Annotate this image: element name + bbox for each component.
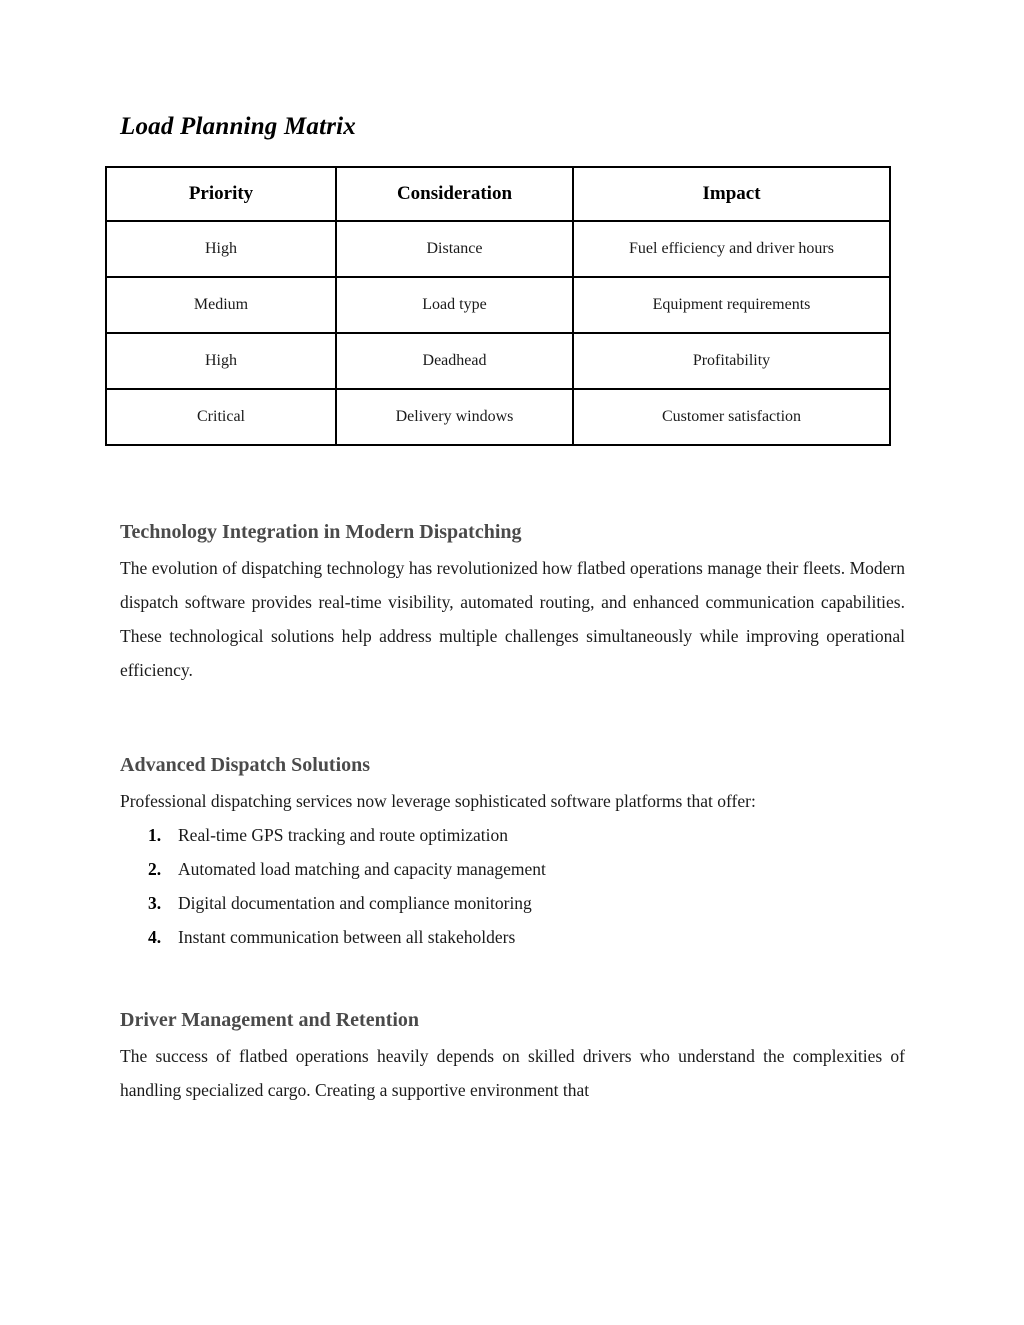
cell-impact: Fuel efficiency and driver hours	[572, 220, 891, 278]
list-item-number: 4.	[148, 927, 162, 947]
section-paragraph: The evolution of dispatching technology …	[120, 558, 905, 680]
table-body: High Distance Fuel efficiency and driver…	[105, 220, 891, 446]
cell-impact: Profitability	[572, 332, 891, 390]
list-item: 1. Real-time GPS tracking and route opti…	[120, 818, 905, 852]
list-item-label: Automated load matching and capacity man…	[178, 859, 546, 879]
numbered-list: 1. Real-time GPS tracking and route opti…	[120, 818, 905, 954]
cell-consideration: Deadhead	[335, 332, 574, 390]
cell-priority: Medium	[105, 276, 337, 334]
section-paragraph: The success of flatbed operations heavil…	[120, 1046, 905, 1100]
cell-impact: Customer satisfaction	[572, 388, 891, 446]
cell-consideration: Distance	[335, 220, 574, 278]
document-page: Load Planning Matrix Priority Considerat…	[0, 0, 1024, 1325]
list-item-label: Digital documentation and compliance mon…	[178, 893, 532, 913]
document-body: Technology Integration in Modern Dispatc…	[120, 520, 905, 1107]
section-paragraph: Professional dispatching services now le…	[120, 791, 756, 811]
section-heading: Driver Management and Retention	[120, 1009, 420, 1031]
load-planning-matrix-table: Priority Consideration Impact High Dista…	[105, 166, 891, 446]
cell-impact: Equipment requirements	[572, 276, 891, 334]
list-item: 4. Instant communication between all sta…	[120, 920, 905, 954]
page-title: Load Planning Matrix	[120, 113, 356, 140]
table-row: Medium Load type Equipment requirements	[105, 276, 891, 334]
section-driver-management-retention: Driver Management and Retention The succ…	[120, 1008, 905, 1107]
cell-priority: Critical	[105, 388, 337, 446]
cell-priority: High	[105, 332, 337, 390]
cell-priority: High	[105, 220, 337, 278]
column-header-impact: Impact	[572, 166, 891, 222]
table-header: Priority Consideration Impact	[105, 166, 891, 222]
table-row: High Deadhead Profitability	[105, 332, 891, 390]
section-advanced-dispatch-solutions: Advanced Dispatch Solutions Professional…	[120, 753, 905, 954]
list-item: 2. Automated load matching and capacity …	[120, 852, 905, 886]
list-item: 3. Digital documentation and compliance …	[120, 886, 905, 920]
list-item-number: 3.	[148, 893, 162, 913]
cell-consideration: Delivery windows	[335, 388, 574, 446]
table-header-row: Priority Consideration Impact	[105, 166, 891, 222]
section-heading: Technology Integration in Modern Dispatc…	[120, 521, 522, 543]
list-item-label: Instant communication between all stakeh…	[178, 927, 516, 947]
list-item-label: Real-time GPS tracking and route optimiz…	[178, 825, 508, 845]
section-technology-integration: Technology Integration in Modern Dispatc…	[120, 520, 905, 687]
list-item-number: 2.	[148, 859, 162, 879]
section-heading: Advanced Dispatch Solutions	[120, 754, 371, 776]
list-item-number: 1.	[148, 825, 162, 845]
table-row: Critical Delivery windows Customer satis…	[105, 388, 891, 446]
cell-consideration: Load type	[335, 276, 574, 334]
column-header-consideration: Consideration	[335, 166, 574, 222]
column-header-priority: Priority	[105, 166, 337, 222]
table-row: High Distance Fuel efficiency and driver…	[105, 220, 891, 278]
